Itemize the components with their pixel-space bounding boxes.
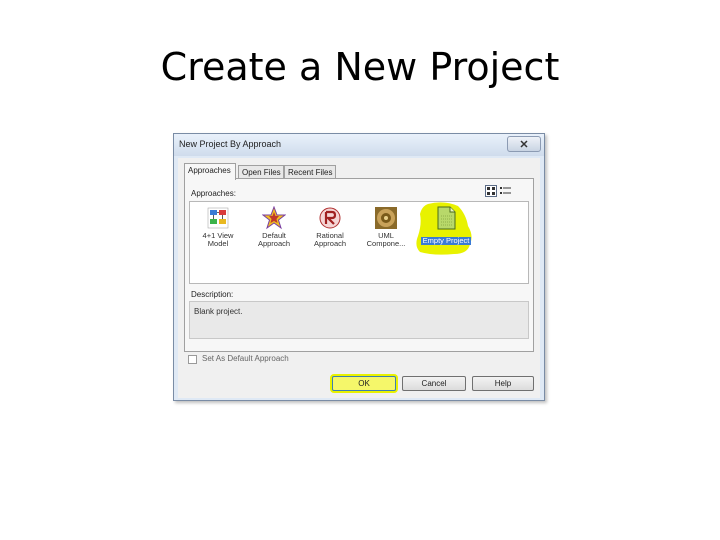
large-icons-view-button[interactable]	[485, 185, 497, 197]
tab-open-files[interactable]: Open Files	[238, 165, 284, 179]
approach-item-default-approach[interactable]: Default Approach	[248, 206, 300, 256]
tab-recent-files[interactable]: Recent Files	[284, 165, 336, 179]
dialog-title: New Project By Approach	[179, 139, 282, 149]
empty-project-icon	[437, 206, 456, 230]
approach-label: Model	[207, 239, 229, 248]
approach-label: Approach	[257, 239, 291, 248]
large-icons-icon	[487, 187, 495, 195]
rational-icon	[319, 207, 341, 229]
dialog-titlebar[interactable]: New Project By Approach	[174, 134, 544, 156]
model-icon	[207, 207, 229, 229]
tab-approaches[interactable]: Approaches	[184, 163, 236, 180]
list-view-icon	[500, 187, 511, 194]
approaches-label: Approaches:	[191, 189, 236, 198]
description-label: Description:	[191, 290, 234, 299]
new-project-dialog: New Project By Approach Approaches Open …	[173, 133, 545, 401]
component-icon	[375, 207, 397, 229]
view-toggle	[485, 185, 521, 199]
list-view-button[interactable]	[499, 185, 511, 197]
cancel-button[interactable]: Cancel	[402, 376, 466, 391]
approaches-panel: Approaches: 4+1 View Model Default Appro…	[184, 178, 534, 352]
help-button[interactable]: Help	[472, 376, 534, 391]
set-default-checkbox[interactable]	[188, 355, 197, 364]
description-box: Blank project.	[189, 301, 529, 339]
set-default-label: Set As Default Approach	[202, 354, 289, 363]
approach-label: Approach	[313, 239, 347, 248]
dialog-body: Approaches Open Files Recent Files Appro…	[178, 158, 540, 398]
approach-label: Compone...	[366, 239, 406, 248]
approach-item-empty-project[interactable]: Empty Project	[416, 206, 476, 256]
close-button[interactable]	[507, 136, 541, 152]
approach-item-4plus1-view-model[interactable]: 4+1 View Model	[192, 206, 244, 256]
approach-item-rational-approach[interactable]: Rational Approach	[304, 206, 356, 256]
approach-item-uml-component[interactable]: UML Compone...	[360, 206, 412, 256]
slide-title: Create a New Project	[160, 45, 560, 89]
approach-list: 4+1 View Model Default Approach Rational…	[189, 201, 529, 284]
star-icon	[262, 206, 286, 230]
close-icon	[520, 140, 528, 148]
ok-button[interactable]: OK	[332, 376, 396, 391]
approach-label-selected: Empty Project	[420, 236, 472, 245]
